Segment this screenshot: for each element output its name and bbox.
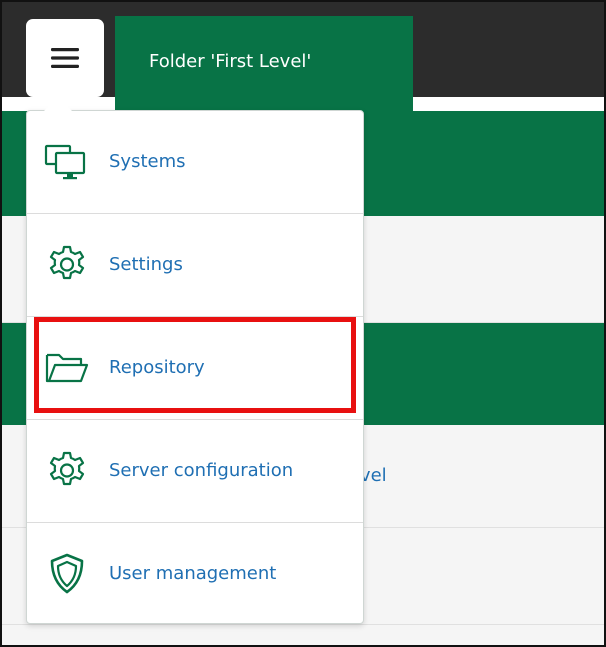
gear-icon xyxy=(43,241,91,289)
main-menu-dropdown: Systems Settings Repository Server confi… xyxy=(26,110,364,624)
menu-item-systems[interactable]: Systems xyxy=(27,111,363,213)
menu-button[interactable] xyxy=(26,19,104,97)
menu-item-label: Systems xyxy=(109,151,186,172)
monitors-icon xyxy=(43,138,91,186)
menu-item-label: Repository xyxy=(109,357,205,378)
menu-item-label: Server configuration xyxy=(109,460,294,481)
menu-item-server-configuration[interactable]: Server configuration xyxy=(27,420,363,522)
app-frame: Folder 'First Level' d Level Systems xyxy=(0,0,606,647)
gear-icon xyxy=(43,447,91,495)
menu-item-user-management[interactable]: User management xyxy=(27,523,363,625)
menu-item-settings[interactable]: Settings xyxy=(27,214,363,316)
menu-item-label: User management xyxy=(109,563,277,584)
list-row xyxy=(2,625,604,645)
hamburger-icon xyxy=(51,48,79,68)
menu-item-label: Settings xyxy=(109,254,183,275)
dropdown-caret xyxy=(44,97,72,111)
tab-title: Folder 'First Level' xyxy=(149,51,312,72)
folder-icon xyxy=(43,344,91,392)
menu-item-repository[interactable]: Repository xyxy=(27,317,363,419)
shield-icon xyxy=(43,550,91,598)
